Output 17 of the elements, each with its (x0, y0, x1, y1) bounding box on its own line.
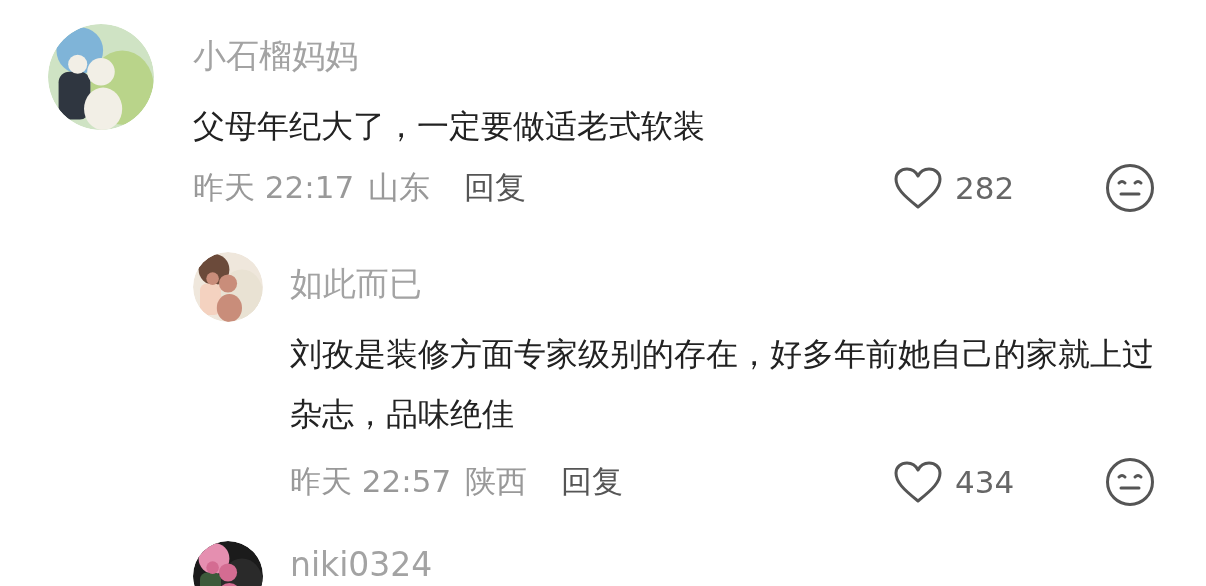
comment-text: 刘孜是装修方面专家级别的存在，好多年前她自己的家就上过杂志，品味绝佳 (290, 334, 1155, 435)
dislike-face-icon[interactable] (1105, 457, 1155, 507)
like-count: 434 (955, 464, 1016, 500)
comment-time: 昨天 22:17 (193, 168, 355, 207)
dislike-face-icon[interactable] (1105, 163, 1155, 213)
comment-location: 山东 (368, 168, 431, 207)
comment-text: 父母年纪大了，一定要做适老式软装 (193, 106, 706, 147)
user-name: niki0324 (290, 545, 433, 585)
reply-link[interactable]: 回复 (561, 461, 624, 503)
heart-icon[interactable] (893, 460, 943, 504)
comment-time: 昨天 22:57 (290, 462, 452, 501)
user-name: 如此而已 (290, 263, 422, 305)
like-count: 282 (955, 170, 1016, 206)
user-name: 小石榴妈妈 (193, 35, 358, 77)
heart-icon[interactable] (893, 166, 943, 210)
reply-link[interactable]: 回复 (464, 167, 527, 209)
comment-location: 陕西 (465, 462, 528, 501)
